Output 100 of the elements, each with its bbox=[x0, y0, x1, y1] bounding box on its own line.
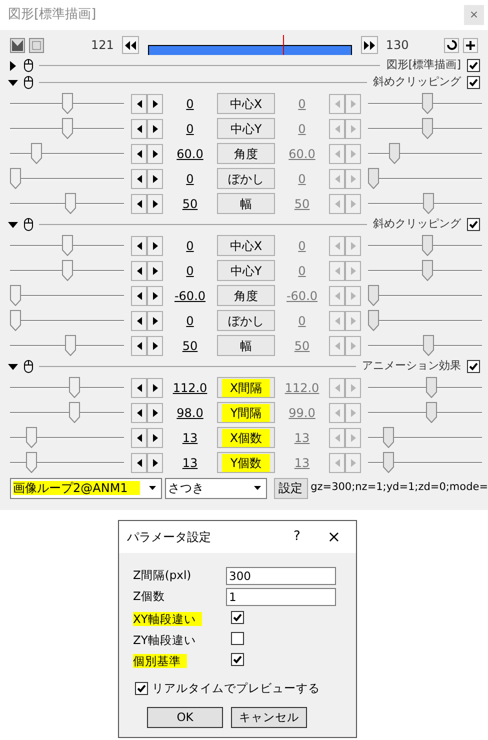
increment-button[interactable] bbox=[147, 428, 163, 448]
decrement-button[interactable] bbox=[131, 260, 147, 280]
slider[interactable] bbox=[10, 402, 124, 424]
slider-thumb[interactable] bbox=[422, 234, 433, 256]
start-value[interactable]: 0 bbox=[170, 262, 210, 280]
start-value[interactable]: 0 bbox=[170, 170, 210, 188]
slider[interactable] bbox=[368, 284, 482, 306]
slider[interactable] bbox=[10, 452, 124, 474]
slider[interactable] bbox=[368, 260, 482, 282]
slider-thumb[interactable] bbox=[30, 142, 42, 164]
increment-button[interactable] bbox=[147, 336, 163, 356]
checkbox[interactable] bbox=[231, 611, 244, 624]
decrement-button[interactable] bbox=[131, 336, 147, 356]
parameter-button[interactable]: 角度 bbox=[217, 285, 275, 306]
slider[interactable] bbox=[10, 284, 124, 306]
end-value[interactable]: 50 bbox=[282, 336, 322, 354]
parameter-button[interactable]: ぼかし bbox=[217, 168, 275, 189]
end-value[interactable]: 0 bbox=[282, 170, 322, 188]
increment-button[interactable] bbox=[147, 168, 163, 188]
help-button[interactable]: ? bbox=[282, 527, 312, 547]
decrement-button[interactable] bbox=[131, 144, 147, 164]
parameter-button[interactable]: Y個数 bbox=[217, 452, 275, 473]
slider-thumb[interactable] bbox=[62, 92, 72, 114]
parameter-button[interactable]: ぼかし bbox=[217, 310, 275, 331]
slider-thumb[interactable] bbox=[422, 192, 434, 214]
increment-button[interactable] bbox=[147, 144, 163, 164]
slider[interactable] bbox=[10, 310, 124, 332]
start-value[interactable]: 50 bbox=[170, 336, 210, 354]
dialog-button[interactable]: キャンセル bbox=[231, 707, 307, 728]
decrement-button[interactable] bbox=[131, 286, 147, 306]
input-field[interactable]: 300 bbox=[226, 566, 336, 584]
slider[interactable] bbox=[368, 142, 482, 164]
end-value[interactable]: 0 bbox=[282, 236, 322, 254]
slider-thumb[interactable] bbox=[422, 92, 433, 114]
slider[interactable] bbox=[10, 118, 124, 140]
close-button[interactable]: × bbox=[464, 5, 484, 25]
decrement-button[interactable] bbox=[131, 402, 147, 422]
slider-thumb[interactable] bbox=[426, 402, 437, 422]
slider-thumb[interactable] bbox=[368, 310, 379, 330]
slider[interactable] bbox=[10, 234, 124, 256]
increment-button[interactable] bbox=[147, 452, 163, 472]
slider[interactable] bbox=[10, 92, 124, 114]
slider[interactable] bbox=[368, 234, 482, 256]
slider[interactable] bbox=[10, 168, 124, 190]
slider[interactable] bbox=[10, 192, 124, 214]
end-value[interactable]: 0 bbox=[282, 120, 322, 138]
increment-button[interactable] bbox=[147, 402, 163, 422]
slider-thumb[interactable] bbox=[10, 168, 21, 188]
start-value[interactable]: -60.0 bbox=[170, 286, 210, 304]
end-value[interactable]: 60.0 bbox=[282, 144, 322, 162]
parameter-button[interactable]: X個数 bbox=[217, 427, 275, 448]
checkbox[interactable] bbox=[467, 218, 480, 231]
slider[interactable] bbox=[10, 376, 124, 398]
slider-thumb[interactable] bbox=[426, 376, 437, 398]
decrement-button[interactable] bbox=[131, 378, 147, 398]
start-value[interactable]: 98.0 bbox=[170, 404, 210, 422]
slider[interactable] bbox=[368, 402, 482, 424]
decrement-button[interactable] bbox=[131, 236, 147, 256]
end-value[interactable]: 0 bbox=[282, 262, 322, 280]
square-icon[interactable] bbox=[29, 38, 44, 52]
slider-thumb[interactable] bbox=[62, 260, 72, 280]
slider[interactable] bbox=[368, 334, 482, 356]
slider-thumb[interactable] bbox=[62, 118, 72, 138]
end-value[interactable]: 0 bbox=[282, 312, 322, 330]
checkbox[interactable] bbox=[135, 682, 148, 696]
parameter-button[interactable]: 幅 bbox=[217, 193, 275, 214]
input-field[interactable]: 1 bbox=[226, 588, 336, 606]
increment-button[interactable] bbox=[147, 260, 163, 280]
end-value[interactable]: 112.0 bbox=[282, 378, 322, 396]
decrement-button[interactable] bbox=[131, 194, 147, 214]
slider[interactable] bbox=[368, 118, 482, 140]
increment-button[interactable] bbox=[147, 310, 163, 330]
start-value[interactable]: 50 bbox=[170, 194, 210, 212]
add-button[interactable] bbox=[463, 38, 478, 52]
end-value[interactable]: -60.0 bbox=[282, 286, 322, 304]
rewind-button[interactable] bbox=[122, 36, 139, 54]
slider[interactable] bbox=[10, 334, 124, 356]
end-value[interactable]: 99.0 bbox=[282, 404, 322, 422]
slider-thumb[interactable] bbox=[388, 142, 400, 164]
parameter-button[interactable]: 角度 bbox=[217, 143, 275, 164]
increment-button[interactable] bbox=[147, 236, 163, 256]
increment-button[interactable] bbox=[147, 286, 163, 306]
checkbox[interactable] bbox=[231, 653, 244, 666]
checkbox[interactable] bbox=[467, 76, 480, 89]
start-value[interactable]: 0 bbox=[170, 94, 210, 112]
slider[interactable] bbox=[10, 426, 124, 448]
start-value[interactable]: 0 bbox=[170, 236, 210, 254]
decrement-button[interactable] bbox=[131, 310, 147, 330]
decrement-button[interactable] bbox=[131, 118, 147, 138]
slider[interactable] bbox=[368, 192, 482, 214]
slider-thumb[interactable] bbox=[62, 234, 72, 256]
collapsed-triangle-icon[interactable] bbox=[8, 60, 18, 70]
increment-button[interactable] bbox=[147, 194, 163, 214]
expanded-triangle-icon[interactable] bbox=[8, 362, 18, 372]
expanded-triangle-icon[interactable] bbox=[8, 78, 18, 88]
decrement-button[interactable] bbox=[131, 94, 147, 114]
checkbox[interactable] bbox=[467, 59, 480, 72]
close-button[interactable]: × bbox=[312, 525, 356, 549]
increment-button[interactable] bbox=[147, 378, 163, 398]
slider-thumb[interactable] bbox=[422, 260, 433, 280]
